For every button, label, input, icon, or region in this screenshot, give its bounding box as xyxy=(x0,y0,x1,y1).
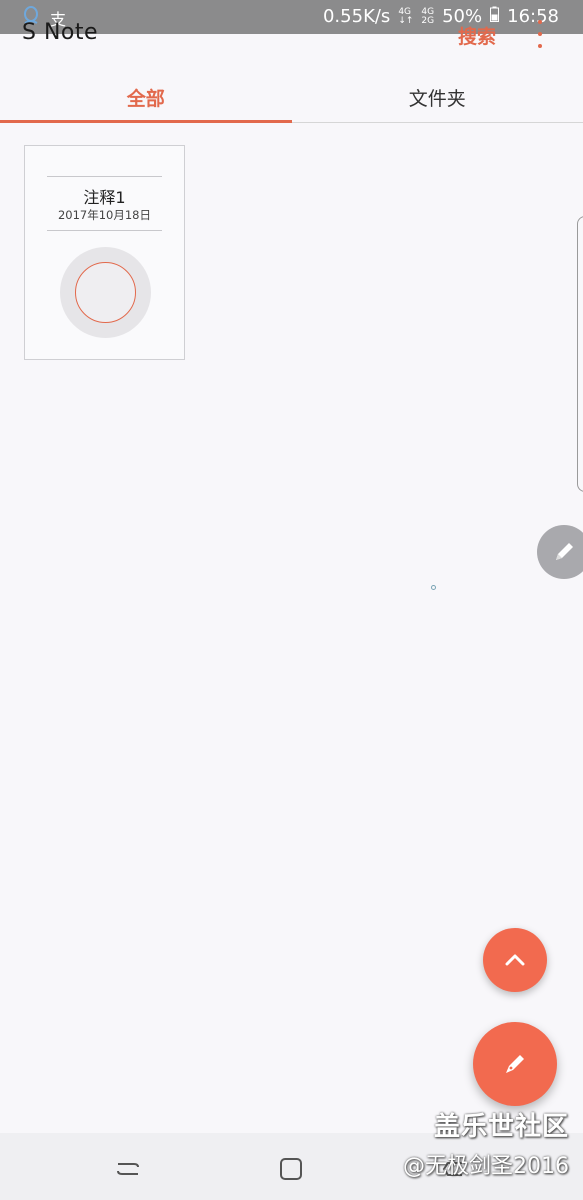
search-button[interactable]: 搜索 xyxy=(458,22,496,49)
network-speed: 0.55K/s xyxy=(322,6,391,27)
signal-2-icon: 4G 2G xyxy=(421,6,435,26)
pen-icon xyxy=(506,1055,524,1073)
card-divider xyxy=(47,230,162,231)
tab-bar: 全部 文件夹 xyxy=(0,70,583,123)
air-command-pen-icon[interactable] xyxy=(537,525,583,579)
tab-folders[interactable]: 文件夹 xyxy=(292,70,583,122)
card-divider xyxy=(47,176,162,177)
note-card[interactable]: 注释1 2017年10月18日 xyxy=(24,145,185,360)
new-note-button[interactable] xyxy=(473,1022,557,1106)
more-options-icon[interactable] xyxy=(530,20,550,48)
chevron-up-icon xyxy=(505,954,525,966)
status-right: 0.55K/s 4G ↓↑ 4G 2G 50% 16:58 xyxy=(323,6,559,27)
note-date: 2017年10月18日 xyxy=(57,208,152,222)
note-thumbnail-circle xyxy=(75,262,136,323)
pointer-dot xyxy=(431,585,436,590)
note-thumbnail xyxy=(60,247,151,338)
scroll-to-top-button[interactable] xyxy=(483,928,547,992)
signal-1-icon: 4G ↓↑ xyxy=(398,6,414,26)
home-icon[interactable] xyxy=(277,1155,305,1183)
note-title: 注释1 xyxy=(83,188,126,207)
watermark-author: @无极剑圣2016 xyxy=(403,1154,569,1179)
watermark-title: 盖乐世社区 xyxy=(433,1112,569,1142)
tab-all[interactable]: 全部 xyxy=(0,70,292,123)
recent-apps-icon[interactable] xyxy=(114,1155,142,1183)
app-title: S Note xyxy=(22,20,99,45)
edge-panel-handle[interactable] xyxy=(577,216,583,492)
